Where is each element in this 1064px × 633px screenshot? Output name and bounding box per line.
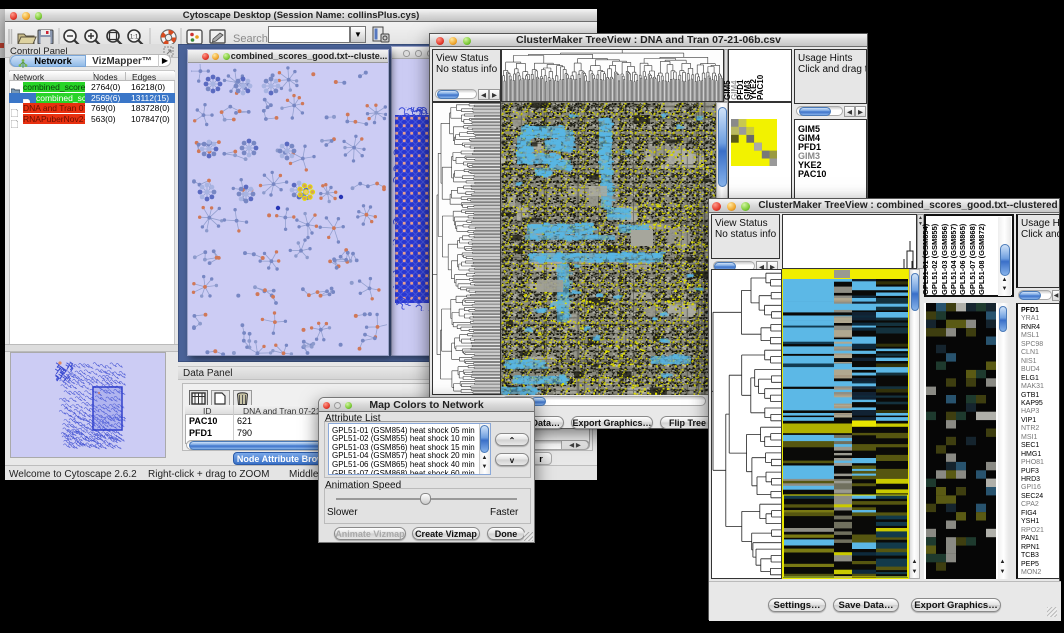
svg-text:1:1: 1:1 <box>130 35 139 41</box>
